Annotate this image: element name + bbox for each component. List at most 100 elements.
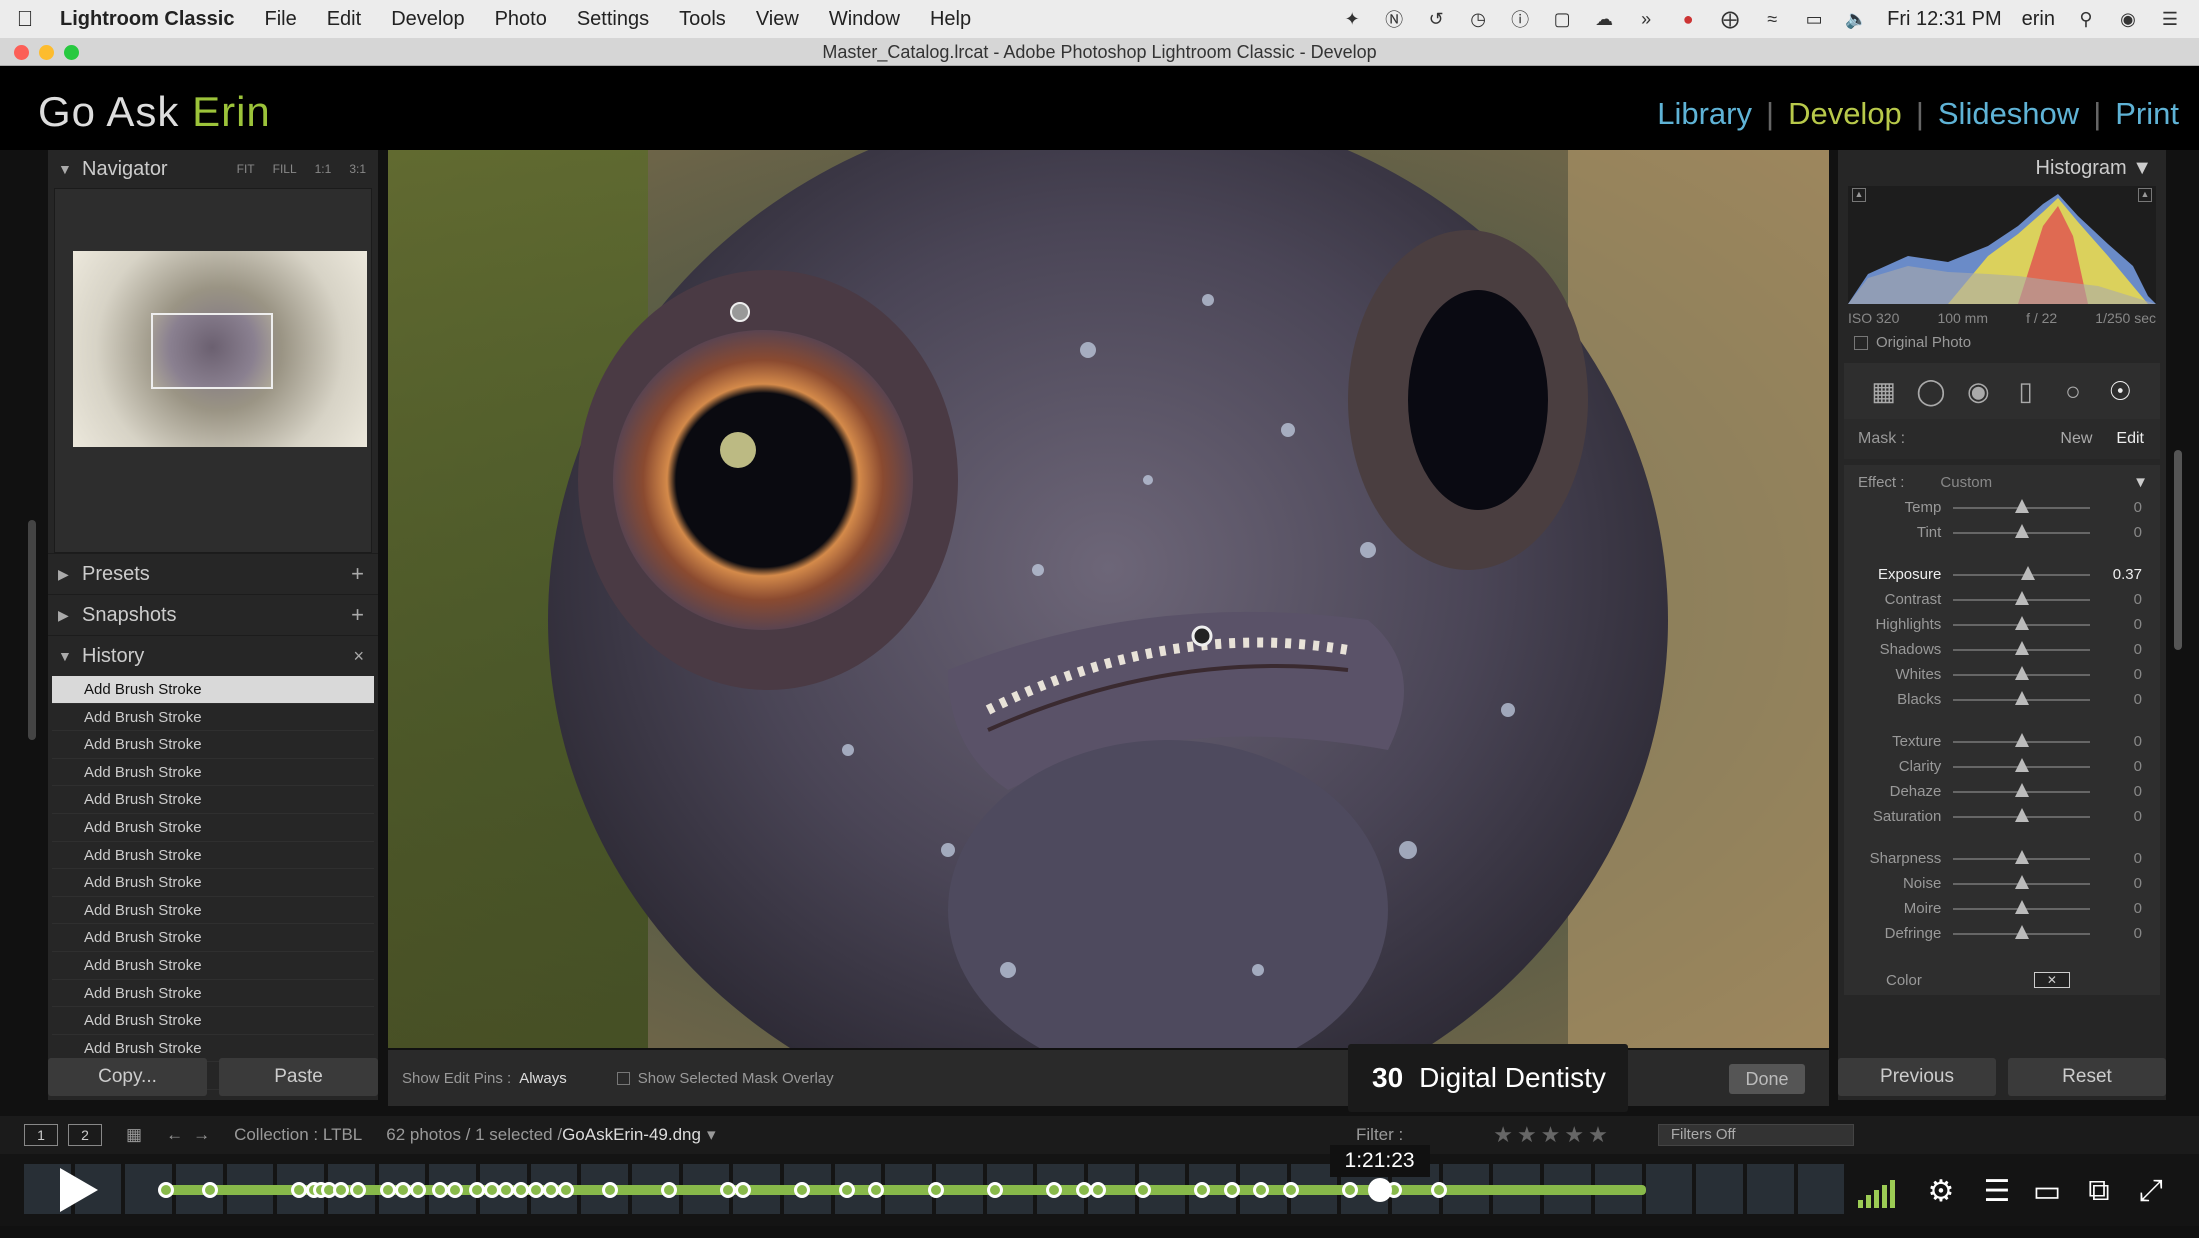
chapter-marker[interactable] [1342,1182,1358,1198]
menu-tools[interactable]: Tools [679,8,726,31]
effect-select[interactable]: Custom [1940,474,1992,491]
histogram-header[interactable]: Histogram ▼ [1838,150,2166,186]
wifi-icon[interactable]: ≈ [1761,8,1783,30]
chapter-marker[interactable] [409,1182,426,1198]
slider-value[interactable]: 0 [2090,875,2160,892]
slider-track[interactable] [1953,732,2091,747]
slider-value[interactable]: 0 [2090,499,2160,516]
slider-track[interactable] [1953,849,2091,864]
chapter-marker[interactable] [1223,1182,1240,1198]
mask-edit-button[interactable]: Edit [2116,430,2144,448]
slider-thumb[interactable] [2015,640,2030,655]
siri-icon[interactable]: ◉ [2117,8,2139,30]
settings-gear-icon[interactable]: ⚙ [1924,1175,1958,1208]
add-snapshot-icon[interactable]: + [351,602,364,628]
collapse-triangle-icon[interactable]: ▼ [58,648,82,664]
m-icon[interactable]: Ⓝ [1383,8,1405,30]
menu-window[interactable]: Window [829,8,900,31]
snapshots-header[interactable]: ▶ Snapshots + [48,594,378,635]
history-item[interactable]: Add Brush Stroke [52,897,374,925]
airplay-icon[interactable]: ▭ [2030,1175,2064,1208]
adjustment-brush-icon[interactable]: ☉ [2105,376,2135,406]
chapter-marker[interactable] [158,1182,174,1198]
display-1-button[interactable]: 1 [24,1124,58,1146]
module-library[interactable]: Library [1657,96,1752,132]
apple-menu-icon[interactable]:  [0,6,50,32]
slider-value[interactable]: 0 [2090,900,2160,917]
slider-thumb[interactable] [2015,498,2030,513]
slider-value[interactable]: 0 [2090,641,2160,658]
slider-value[interactable]: 0 [2090,691,2160,708]
slider-thumb[interactable] [2015,523,2030,538]
fullscreen-icon[interactable]: ⤢ [2134,1174,2168,1207]
slider-thumb[interactable] [2015,782,2030,797]
slider-thumb[interactable] [2020,565,2035,580]
slider-value[interactable]: 0 [2090,666,2160,683]
file-menu-chevron-icon[interactable]: ▾ [707,1125,716,1145]
slider-track[interactable] [1953,498,2091,513]
picture-in-picture-icon[interactable]: ⧉ [2082,1174,2116,1207]
slider-track[interactable] [1953,874,2091,889]
play-icon[interactable] [60,1168,98,1212]
history-header[interactable]: ▼ History × [48,635,378,676]
module-slideshow[interactable]: Slideshow [1938,96,2079,132]
chapters-list-icon[interactable]: ☰ [1980,1175,2014,1208]
minimize-window-icon[interactable] [39,45,54,60]
left-panel-scrollbar[interactable] [28,520,36,740]
crop-grid-icon[interactable]: ▦ [1869,376,1899,406]
list-icon[interactable]: ☰ [2159,8,2181,30]
original-photo-row[interactable]: Original Photo [1854,334,2150,351]
filters-select[interactable]: Filters Off [1657,1124,1854,1146]
video-progress-bar[interactable]: 1:21:23 [158,1145,1646,1202]
slider-thumb[interactable] [2015,665,2030,680]
chapter-marker[interactable] [838,1182,855,1198]
history-item[interactable]: Add Brush Stroke [52,924,374,952]
airplay-icon[interactable]: ▭ [1803,8,1825,30]
right-panel-scrollbar[interactable] [2174,450,2182,650]
history-item[interactable]: Add Brush Stroke [52,814,374,842]
history-item[interactable]: Add Brush Stroke [52,731,374,759]
slider-track[interactable] [1953,924,2091,939]
chapter-marker[interactable] [446,1182,463,1198]
clock[interactable]: Fri 12:31 PM [1887,8,2001,31]
slider-thumb[interactable] [2015,615,2030,630]
graduated-filter-icon[interactable]: ▯ [2011,376,2041,406]
chapter-marker[interactable] [542,1182,559,1198]
slider-value[interactable]: 0 [2090,591,2160,608]
display-2-button[interactable]: 2 [68,1124,102,1146]
slider-value[interactable]: 0 [2090,616,2160,633]
arrows-icon[interactable]: » [1635,8,1657,30]
collection-source[interactable]: Collection : LTBL [234,1125,362,1145]
slider-track[interactable] [1953,782,2091,797]
back-arrow-icon[interactable]: ← [166,1125,183,1145]
slider-thumb[interactable] [2015,757,2030,772]
slider-track[interactable] [1953,590,2091,605]
screen-icon[interactable]: ▢ [1551,8,1573,30]
spot-removal-icon[interactable]: ◯ [1916,376,1946,406]
module-develop[interactable]: Develop [1788,96,1902,132]
slider-value[interactable]: 0 [2090,850,2160,867]
slider-value[interactable]: 0 [2090,733,2160,750]
expand-triangle-icon[interactable]: ▶ [58,607,82,624]
presets-header[interactable]: ▶ Presets + [48,553,378,594]
clear-history-icon[interactable]: × [353,646,364,667]
chapter-marker[interactable] [1134,1182,1151,1198]
mask-new-button[interactable]: New [2060,430,2092,448]
slider-track[interactable] [1953,615,2091,630]
module-print[interactable]: Print [2115,96,2179,132]
zoom-3-1[interactable]: 3:1 [349,162,366,176]
chapter-marker[interactable] [1282,1182,1299,1198]
zoom-fit[interactable]: FIT [237,162,255,176]
edit-pin[interactable] [730,302,750,322]
slider-value[interactable]: 0 [2090,808,2160,825]
active-edit-pin[interactable] [1191,625,1213,647]
search-icon[interactable]: ⚲ [2075,8,2097,30]
red-eye-icon[interactable]: ◉ [1963,376,1993,406]
menu-view[interactable]: View [756,8,799,31]
volume-icon[interactable]: 🔈 [1845,8,1867,30]
volume-icon[interactable] [1858,1178,1895,1208]
shadow-clip-icon[interactable]: ▲ [1852,188,1866,202]
collapse-triangle-icon[interactable]: ▼ [58,161,82,177]
slider-thumb[interactable] [2015,924,2030,939]
grid-view-icon[interactable]: ▦ [126,1125,142,1145]
